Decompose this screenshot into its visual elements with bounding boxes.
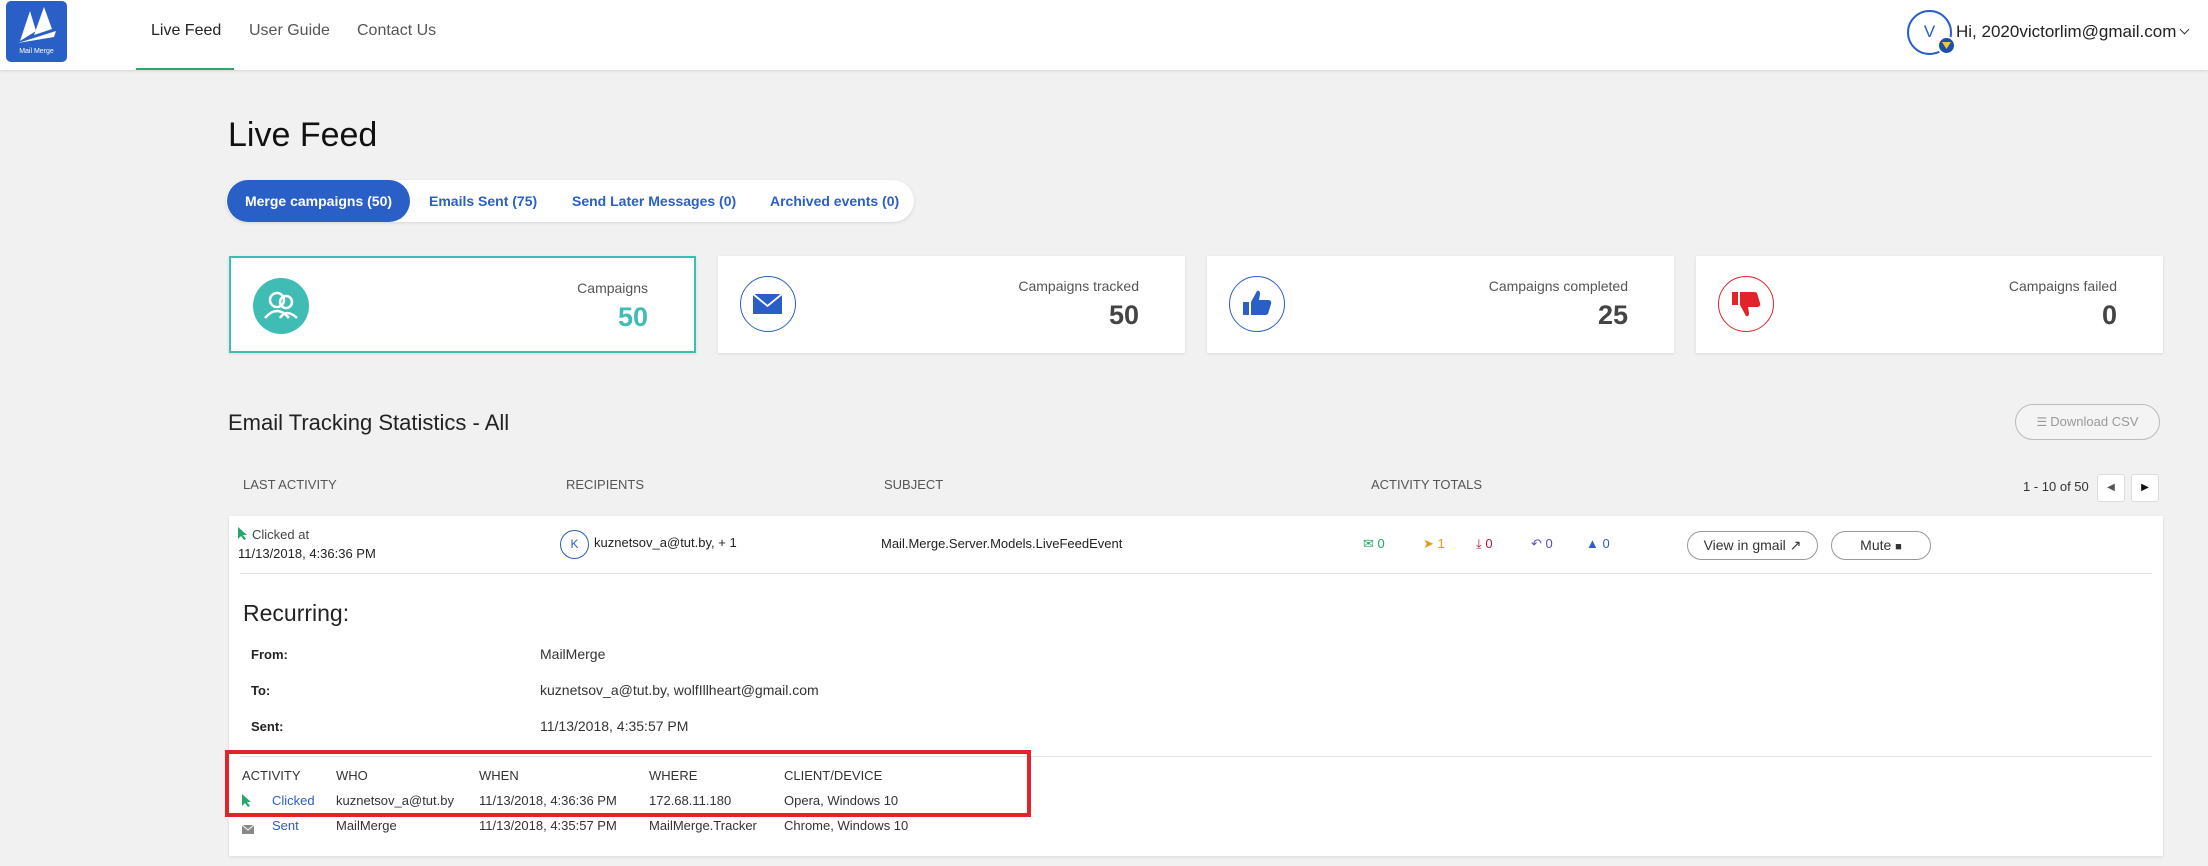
stat-value: 0 bbox=[2101, 300, 2117, 330]
stat-label: Campaigns completed bbox=[1488, 278, 1628, 294]
tab-merge-campaigns[interactable]: Merge campaigns (50) bbox=[227, 180, 410, 222]
view-in-gmail-label: View in gmail bbox=[1703, 537, 1786, 553]
downloads-count: 0 bbox=[1485, 536, 1493, 551]
stat-card-campaigns[interactable]: Campaigns 50 bbox=[229, 256, 696, 353]
top-navbar: Mail Merge Live Feed User Guide Contact … bbox=[0, 0, 2208, 70]
clicks-total[interactable]: ➤ 1 bbox=[1423, 536, 1445, 552]
page-title: Live Feed bbox=[228, 116, 378, 154]
lock-icon: ■ bbox=[1895, 541, 1902, 553]
to-value: kuznetsov_a@tut.by, wolfIllheart@gmail.c… bbox=[540, 682, 819, 698]
nav-live-feed[interactable]: Live Feed bbox=[151, 22, 221, 40]
stat-value: 50 bbox=[617, 302, 648, 332]
next-page-button[interactable]: ▶ bbox=[2131, 474, 2159, 502]
section-title: Email Tracking Statistics - All bbox=[228, 410, 510, 435]
downloads-total[interactable]: ⤓ 0 bbox=[1476, 536, 1493, 552]
likes-total[interactable]: ▲ 0 bbox=[1586, 536, 1610, 551]
logo-text: Mail Merge bbox=[19, 48, 54, 55]
to-label: To: bbox=[251, 683, 271, 698]
pagination-text: 1 - 10 of 50 bbox=[2023, 479, 2089, 494]
mute-label: Mute bbox=[1860, 537, 1892, 553]
thumbs-down-icon bbox=[1718, 276, 1774, 332]
column-header-recipients[interactable]: RECIPIENTS bbox=[566, 477, 644, 492]
nav-contact-us[interactable]: Contact Us bbox=[357, 22, 436, 40]
last-activity-label: Clicked at bbox=[252, 527, 310, 542]
chevron-down-icon bbox=[2179, 24, 2190, 35]
user-menu[interactable]: Hi, 2020victorlim@gmail.com bbox=[1956, 22, 2190, 42]
cursor-icon bbox=[238, 527, 248, 545]
download-csv-button[interactable]: ☰ Download CSV bbox=[2015, 404, 2160, 440]
user-greeting-text: Hi, 2020victorlim@gmail.com bbox=[1956, 22, 2177, 41]
last-activity-time: 11/13/2018, 4:36:36 PM bbox=[238, 546, 376, 561]
highlight-annotation-box bbox=[225, 750, 1031, 817]
opens-count: 0 bbox=[1377, 536, 1385, 551]
column-header-subject[interactable]: SUBJECT bbox=[884, 477, 943, 492]
tab-emails-sent[interactable]: Emails Sent (75) bbox=[429, 180, 537, 222]
premium-badge-icon bbox=[1937, 36, 1956, 55]
stat-card-campaigns-failed[interactable]: Campaigns failed 0 bbox=[1696, 256, 2163, 353]
subject-text[interactable]: Mail.Merge.Server.Models.LiveFeedEvent bbox=[881, 536, 1122, 551]
event-client: Chrome, Windows 10 bbox=[784, 818, 909, 833]
mail-merge-logo[interactable]: Mail Merge bbox=[6, 1, 67, 62]
external-link-icon: ↗ bbox=[1789, 537, 1802, 553]
sent-value: 11/13/2018, 4:35:57 PM bbox=[540, 718, 689, 734]
stat-label: Campaigns failed bbox=[2008, 278, 2117, 294]
from-value: MailMerge bbox=[540, 646, 606, 662]
tab-archived-events[interactable]: Archived events (0) bbox=[770, 180, 899, 222]
stat-card-campaigns-completed[interactable]: Campaigns completed 25 bbox=[1207, 256, 1674, 353]
event-when: 11/13/2018, 4:35:57 PM bbox=[479, 818, 617, 833]
detail-title: Recurring: bbox=[243, 600, 350, 626]
event-activity-link[interactable]: Sent bbox=[272, 818, 299, 833]
stat-value: 50 bbox=[1108, 300, 1139, 330]
recipient-avatar: K bbox=[560, 530, 589, 559]
from-label: From: bbox=[251, 647, 288, 662]
event-who: MailMerge bbox=[336, 818, 397, 833]
replies-count: 0 bbox=[1545, 536, 1553, 551]
thumbs-up-icon bbox=[1229, 276, 1285, 332]
stat-value: 25 bbox=[1597, 300, 1628, 330]
event-where: MailMerge.Tracker bbox=[649, 818, 757, 833]
download-icon: ⤓ bbox=[1476, 536, 1482, 551]
nav-user-guide[interactable]: User Guide bbox=[249, 22, 330, 40]
stat-label: Campaigns bbox=[577, 280, 648, 296]
divider bbox=[240, 573, 2152, 574]
active-nav-indicator bbox=[136, 68, 234, 70]
clicks-count: 1 bbox=[1437, 536, 1445, 551]
cursor-icon: ➤ bbox=[1423, 536, 1434, 551]
view-in-gmail-button[interactable]: View in gmail ↗ bbox=[1687, 531, 1818, 560]
csv-list-icon: ☰ bbox=[2036, 415, 2048, 429]
envelope-icon bbox=[740, 276, 796, 332]
stat-label: Campaigns tracked bbox=[1018, 278, 1139, 294]
envelope-icon bbox=[241, 821, 255, 839]
stat-card-campaigns-tracked[interactable]: Campaigns tracked 50 bbox=[718, 256, 1185, 353]
sent-label: Sent: bbox=[251, 719, 284, 734]
recipients-text[interactable]: kuznetsov_a@tut.by, + 1 bbox=[594, 535, 737, 550]
mute-button[interactable]: Mute ■ bbox=[1831, 531, 1931, 560]
feed-tabs: Merge campaigns (50) Emails Sent (75) Se… bbox=[226, 180, 914, 222]
users-icon bbox=[253, 278, 309, 334]
thumbs-up-icon: ▲ bbox=[1586, 536, 1599, 551]
tab-send-later[interactable]: Send Later Messages (0) bbox=[572, 180, 736, 222]
prev-page-button[interactable]: ◀ bbox=[2097, 474, 2125, 502]
download-csv-label: Download CSV bbox=[2050, 414, 2139, 429]
envelope-open-icon: ✉ bbox=[1363, 536, 1374, 551]
reply-icon: ↶ bbox=[1531, 536, 1542, 551]
likes-count: 0 bbox=[1602, 536, 1610, 551]
replies-total[interactable]: ↶ 0 bbox=[1531, 536, 1553, 552]
opens-total[interactable]: ✉ 0 bbox=[1363, 536, 1385, 552]
column-header-last-activity[interactable]: LAST ACTIVITY bbox=[243, 477, 337, 492]
column-header-activity-totals[interactable]: ACTIVITY TOTALS bbox=[1371, 477, 1482, 492]
logo-sail-icon bbox=[18, 7, 56, 43]
